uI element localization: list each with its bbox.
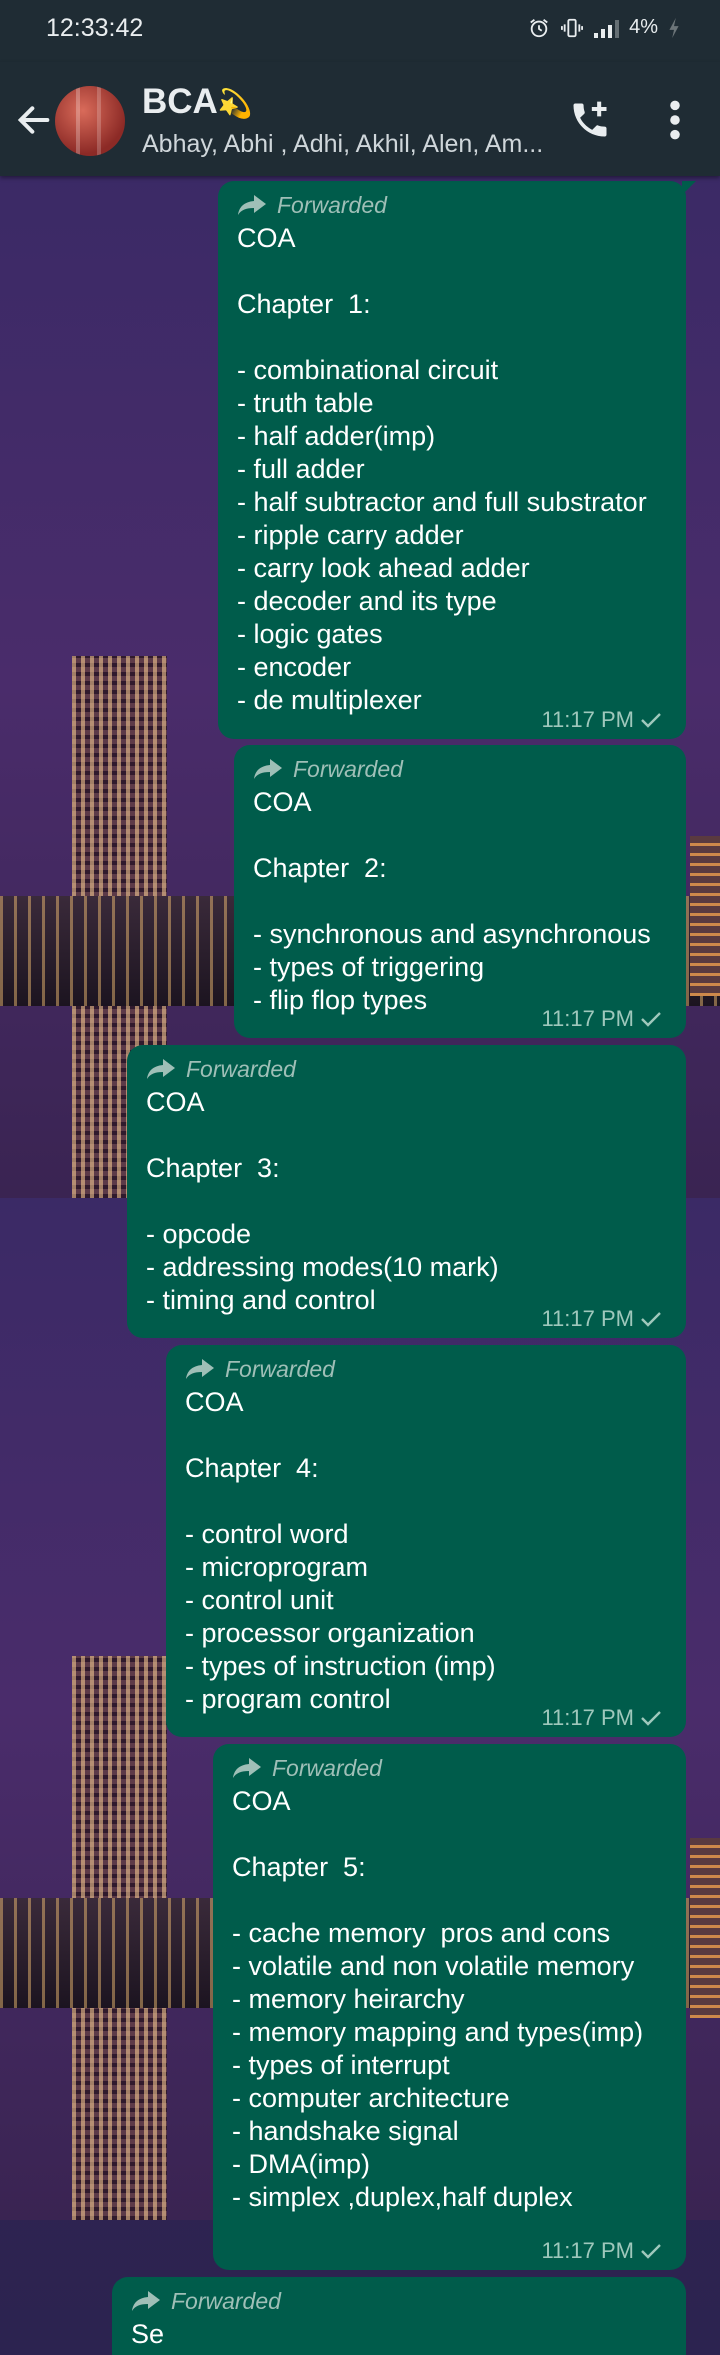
message-meta: 11:17 PM [541,1306,662,1332]
message-text: COA Chapter 3: - opcode - addressing mod… [146,1087,499,1315]
forwarded-text: Forwarded [225,1355,335,1382]
forward-arrow-icon [147,1059,175,1079]
message-text: COA Chapter 5: - cache memory pros and c… [232,1786,644,2212]
message-text: COA Chapter 1: - combinational circuit -… [237,223,647,715]
forwarded-text: Forwarded [186,1055,296,1082]
group-name-text: BCA [142,82,218,121]
alarm-icon [530,18,548,37]
forwarded-text: Forwarded [272,1754,382,1781]
forward-arrow-icon [132,2291,160,2311]
message-bubble[interactable]: Forwarded COA Chapter 4: - control word … [166,1345,686,1737]
sent-check-icon [641,2244,661,2259]
message-time: 11:17 PM [541,1705,634,1730]
message-meta: 11:17 PM [541,1705,662,1731]
forwarded-label: Forwarded [185,1355,668,1383]
message-bubble[interactable]: Forwarded COA Chapter 3: - opcode - addr… [127,1045,686,1338]
forward-arrow-icon [254,759,282,779]
forward-arrow-icon [238,195,266,215]
more-vert-icon[interactable] [660,98,690,142]
forwarded-text: Forwarded [171,2287,281,2314]
status-icons: 4% [528,16,680,39]
sent-check-icon [641,1312,661,1327]
vibrate-icon [561,18,584,37]
message-time: 11:17 PM [541,707,634,732]
call-add-icon[interactable] [568,98,612,142]
message-time: 11:17 PM [541,2238,634,2263]
status-time: 12:33:42 [46,14,144,42]
message-text: COA Chapter 2: - synchronous and asynchr… [253,787,651,1015]
charging-icon [669,17,679,38]
battery-percent: 4% [629,16,658,38]
arrow-left-icon[interactable] [14,100,54,140]
message-bubble[interactable]: Forwarded COA Chapter 2: - synchronous a… [234,745,686,1038]
message-bubble[interactable]: Forwarded COA Chapter 1: - combinational… [218,181,696,739]
forwarded-label: Forwarded [232,1754,668,1782]
message-meta: 11:17 PM [541,2238,662,2264]
status-bar: 12:33:42 4% [0,0,720,62]
forward-arrow-icon [233,1758,261,1778]
group-avatar[interactable] [55,86,125,156]
dizzy-emoji-icon: 💫 [217,88,253,119]
forwarded-text: Forwarded [277,191,387,218]
forwarded-text: Forwarded [293,755,403,782]
forwarded-label: Forwarded [131,2287,668,2315]
forwarded-label: Forwarded [237,191,668,219]
message-time: 11:17 PM [541,1006,634,1031]
chat-header: BCA💫 Abhay, Abhi , Adhi, Akhil, Alen, Am… [0,62,720,176]
sent-check-icon [641,1012,661,1027]
forward-arrow-icon [186,1359,214,1379]
message-bubble[interactable]: Forwarded Se [112,2277,686,2355]
group-name[interactable]: BCA💫 [142,82,253,122]
message-text: Se [131,2319,165,2349]
group-members[interactable]: Abhay, Abhi , Adhi, Akhil, Alen, Am... [142,130,543,159]
signal-icon [594,18,620,38]
forwarded-label: Forwarded [253,755,668,783]
sent-check-icon [641,713,661,728]
message-bubble[interactable]: Forwarded COA Chapter 5: - cache memory … [213,1744,686,2270]
message-text: COA Chapter 4: - control word - micropro… [185,1387,496,1714]
message-meta: 11:17 PM [541,1006,662,1032]
message-meta: 11:17 PM [541,707,662,733]
sent-check-icon [641,1711,661,1726]
message-time: 11:17 PM [541,1306,634,1331]
forwarded-label: Forwarded [146,1055,668,1083]
